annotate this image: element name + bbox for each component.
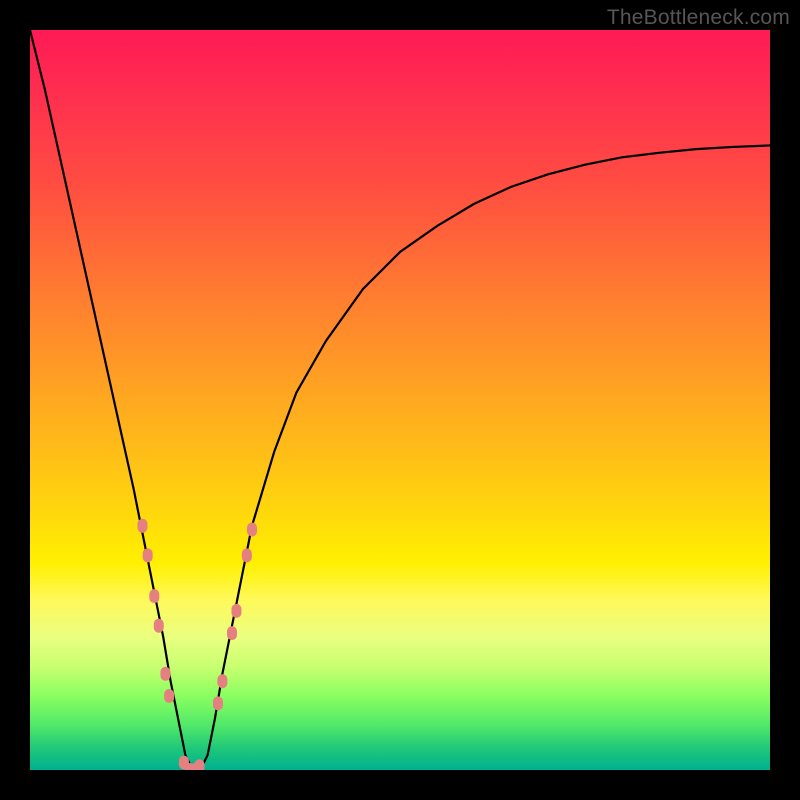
- plot-area: [30, 30, 770, 770]
- data-marker: [154, 619, 164, 633]
- data-marker: [247, 523, 257, 537]
- data-marker: [213, 696, 223, 710]
- chart-svg: [30, 30, 770, 770]
- bottleneck-curve: [30, 30, 770, 770]
- watermark-text: TheBottleneck.com: [607, 6, 790, 30]
- curve-layer: [30, 30, 770, 770]
- data-marker: [149, 589, 159, 603]
- data-marker: [143, 548, 153, 562]
- data-marker: [194, 759, 204, 770]
- data-marker: [227, 626, 237, 640]
- data-marker: [231, 604, 241, 618]
- data-marker: [137, 519, 147, 533]
- chart-frame: TheBottleneck.com: [0, 0, 800, 800]
- data-marker: [160, 667, 170, 681]
- marker-layer: [137, 519, 257, 770]
- data-marker: [217, 674, 227, 688]
- data-marker: [164, 689, 174, 703]
- data-marker: [242, 548, 252, 562]
